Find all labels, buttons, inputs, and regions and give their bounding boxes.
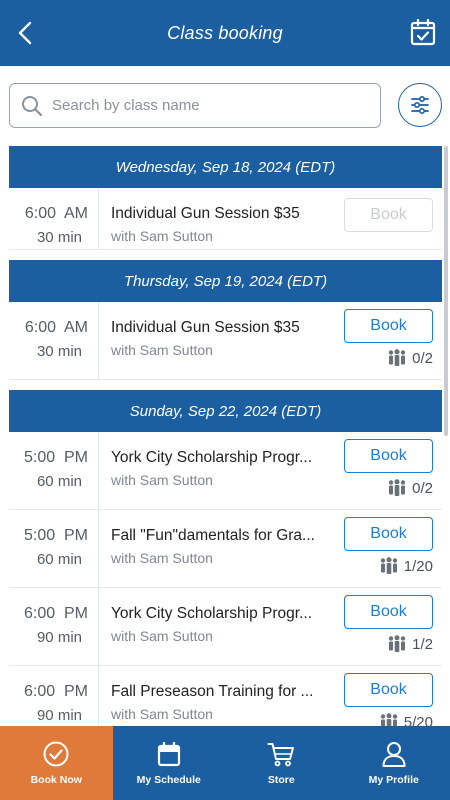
class-row: 6:00 PM 90 min Fall Preseason Training f… <box>9 666 442 726</box>
time-column: 6:00 PM 90 min <box>9 666 99 726</box>
book-button[interactable]: Book <box>344 595 433 629</box>
date-header: Wednesday, Sep 18, 2024 (EDT) <box>9 146 442 188</box>
search-row <box>0 66 442 146</box>
instructor-name: with Sam Sutton <box>111 550 213 566</box>
instructor-name: with Sam Sutton <box>111 628 213 644</box>
back-button[interactable] <box>12 19 38 47</box>
class-time: 5:00 PM <box>23 449 88 466</box>
tab-my-schedule[interactable]: My Schedule <box>113 726 226 800</box>
class-name[interactable]: Fall Preseason Training for ... <box>111 683 326 701</box>
capacity-indicator: 5/20 <box>379 713 433 726</box>
tab-label: Store <box>267 774 295 786</box>
class-duration: 90 min <box>36 629 82 646</box>
search-icon <box>22 95 43 116</box>
class-list: Wednesday, Sep 18, 2024 (EDT) 6:00 AM 30… <box>9 146 442 726</box>
people-group-icon <box>380 557 397 574</box>
calendar-check-icon <box>410 18 436 46</box>
class-name[interactable]: York City Scholarship Progr... <box>111 605 326 623</box>
instructor-name: with Sam Sutton <box>111 472 213 488</box>
person-icon <box>382 742 406 767</box>
class-time: 6:00 AM <box>24 319 88 336</box>
date-header: Thursday, Sep 19, 2024 (EDT) <box>9 260 442 302</box>
class-name[interactable]: Fall "Fun"damentals for Gra... <box>111 527 326 545</box>
instructor-name: with Sam Sutton <box>111 342 213 358</box>
filter-sliders-icon <box>411 96 429 114</box>
capacity-count: 1/2 <box>412 635 433 653</box>
search-input[interactable] <box>52 97 352 114</box>
book-button[interactable]: Book <box>344 517 433 551</box>
people-group-icon <box>388 479 406 496</box>
capacity-indicator: 0/2 <box>387 479 433 497</box>
people-group-icon <box>388 635 406 652</box>
instructor-name: with Sam Sutton <box>111 706 213 722</box>
class-time: 6:00 PM <box>23 605 88 622</box>
capacity-count: 0/2 <box>412 479 433 497</box>
class-time: 5:00 PM <box>23 527 88 544</box>
time-column: 6:00 AM 30 min <box>9 188 99 249</box>
class-time: 6:00 PM <box>23 683 88 700</box>
people-group-icon <box>380 713 397 726</box>
class-row: 6:00 PM 90 min York City Scholarship Pro… <box>9 588 442 666</box>
book-button[interactable]: Book <box>344 439 433 473</box>
capacity-indicator: 0/2 <box>387 349 433 367</box>
people-group-icon <box>388 349 406 366</box>
class-duration: 30 min <box>36 343 82 360</box>
calendar-icon <box>157 741 180 767</box>
instructor-name: with Sam Sutton <box>111 228 213 244</box>
check-circle-icon <box>43 741 69 767</box>
class-duration: 90 min <box>36 707 82 724</box>
time-column: 6:00 AM 30 min <box>9 302 99 379</box>
time-column: 6:00 PM 90 min <box>9 588 99 665</box>
filter-button[interactable] <box>398 83 442 127</box>
class-duration: 30 min <box>36 229 82 246</box>
class-name[interactable]: York City Scholarship Progr... <box>111 449 326 467</box>
app-root: Class booking Search by class name Wedne… <box>0 0 450 800</box>
chevron-left-icon <box>18 21 32 45</box>
tab-label: Book Now <box>30 774 82 786</box>
capacity-count: 5/20 <box>403 713 433 727</box>
capacity-indicator: 1/2 <box>387 635 433 653</box>
tab-label: My Profile <box>368 774 419 786</box>
cart-icon <box>267 743 295 767</box>
tab-book-now[interactable]: Book Now <box>0 726 113 800</box>
calendar-view-button[interactable] <box>410 18 436 46</box>
top-header: Class booking <box>0 0 450 66</box>
class-name[interactable]: Individual Gun Session $35 <box>111 319 326 337</box>
search-box <box>9 83 381 128</box>
page-title: Class booking <box>167 22 283 43</box>
book-button[interactable]: Book <box>344 673 433 707</box>
capacity-indicator: 1/20 <box>379 557 433 575</box>
book-button: Book <box>344 198 433 232</box>
class-time: 6:00 AM <box>24 205 88 222</box>
capacity-count: 0/2 <box>412 349 433 367</box>
class-row: 6:00 AM 30 min Individual Gun Session $3… <box>9 188 442 250</box>
class-row: 6:00 AM 30 min Individual Gun Session $3… <box>9 302 442 380</box>
time-column: 5:00 PM 60 min <box>9 432 99 509</box>
tab-my-profile[interactable]: My Profile <box>338 726 450 800</box>
bottom-tab-bar: Book Now My Schedule Store My Profile <box>0 726 450 800</box>
day-spacer <box>9 250 442 260</box>
date-header: Sunday, Sep 22, 2024 (EDT) <box>9 390 442 432</box>
class-name[interactable]: Individual Gun Session $35 <box>111 205 326 223</box>
tab-label: My Schedule <box>136 774 201 786</box>
time-column: 5:00 PM 60 min <box>9 510 99 587</box>
capacity-count: 1/20 <box>403 557 433 575</box>
class-duration: 60 min <box>36 473 82 490</box>
day-spacer <box>9 380 442 390</box>
book-button[interactable]: Book <box>344 309 433 343</box>
class-duration: 60 min <box>36 551 82 568</box>
class-row: 5:00 PM 60 min Fall "Fun"damentals for G… <box>9 510 442 588</box>
class-row: 5:00 PM 60 min York City Scholarship Pro… <box>9 432 442 510</box>
tab-store[interactable]: Store <box>225 726 338 800</box>
list-scrollbar[interactable] <box>444 146 448 436</box>
